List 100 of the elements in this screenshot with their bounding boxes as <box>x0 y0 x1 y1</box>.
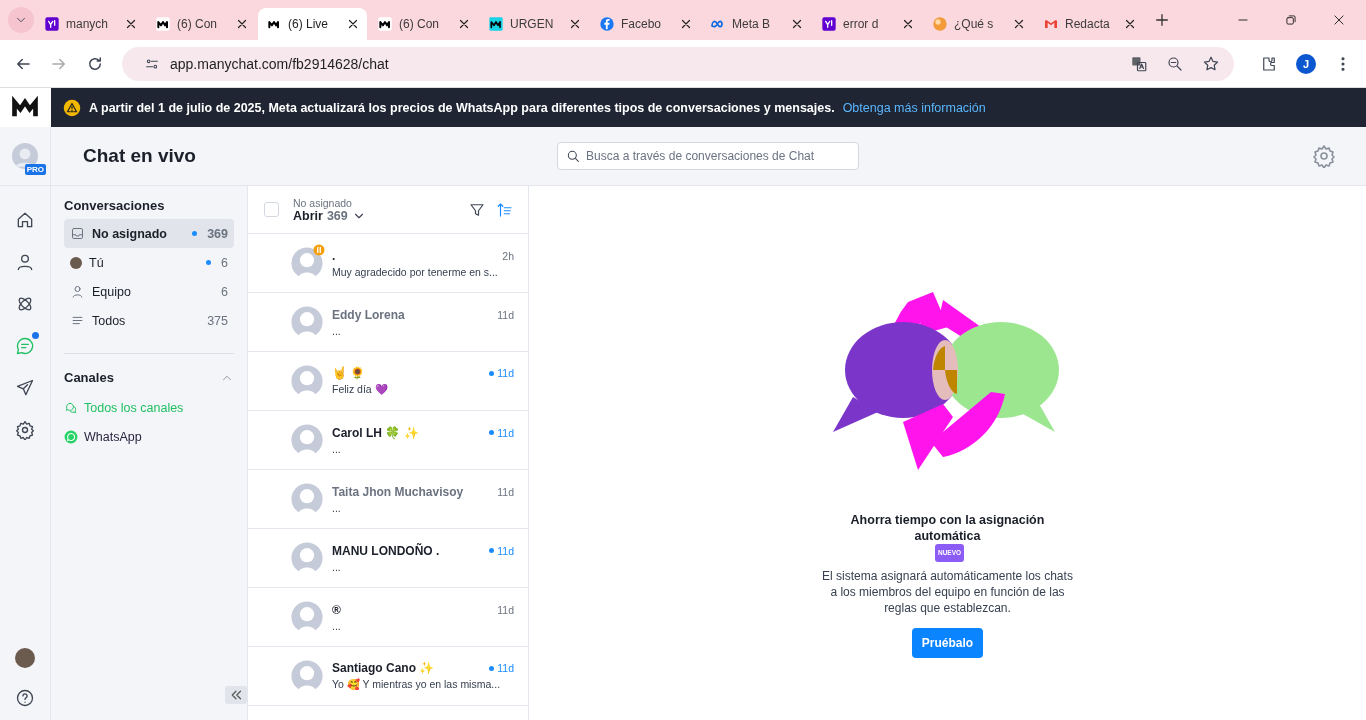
timestamp: 11d <box>497 544 514 557</box>
browser-tab[interactable]: URGEN <box>480 8 589 40</box>
plan-badge: PRO <box>24 164 46 175</box>
favicon-icon <box>377 16 393 32</box>
browser-tab[interactable]: ¿Qué s <box>924 8 1033 40</box>
timestamp: 11d <box>497 603 514 616</box>
more-info-link[interactable]: Obtenga más información <box>842 100 986 115</box>
collapse-icon[interactable] <box>225 686 247 704</box>
bookmark-star-icon[interactable] <box>1202 54 1220 73</box>
warning-icon <box>63 98 81 117</box>
favicon-icon <box>821 16 837 32</box>
search-field[interactable]: Busca a través de conversaciones de Chat <box>557 142 859 170</box>
status-dropdown[interactable]: Abrir 369 <box>293 208 366 223</box>
avatar-silhouette-icon <box>290 423 324 457</box>
chat-bubbles-icon <box>64 400 78 415</box>
folder-item[interactable]: Equipo 6 <box>64 277 234 306</box>
empty-state-title: Ahorra tiempo con la asignación automática <box>849 512 1046 544</box>
message-preview: Feliz día 💜 <box>332 383 389 396</box>
zoom-icon[interactable] <box>1166 54 1184 73</box>
section-heading: Canales <box>64 370 114 385</box>
conversation-item[interactable]: Santiago Cano ✨ 11d Yo 🥰 Y mientras yo en las misma... <box>248 647 528 706</box>
translate-icon[interactable] <box>1130 54 1148 73</box>
whatsapp-icon <box>64 429 78 444</box>
person-icon <box>70 284 85 299</box>
channel-item[interactable]: WhatsApp <box>64 422 234 451</box>
conversation-item[interactable]: Eddy Lorena 11d ... <box>248 293 528 352</box>
message-preview: ... <box>332 501 342 514</box>
user-avatar-icon[interactable] <box>12 143 38 169</box>
restore-icon[interactable] <box>1284 13 1298 27</box>
avatar-silhouette-icon <box>290 600 324 634</box>
conversation-item[interactable]: ® 11d ... <box>248 588 528 647</box>
help-icon[interactable] <box>15 688 35 708</box>
browser-tab[interactable]: (6) Live <box>258 8 367 40</box>
conversation-item[interactable]: Carol LH 🍀 ✨ 11d ... <box>248 411 528 470</box>
message-preview: Yo 🥰 Y mientras yo en las misma... <box>332 678 502 691</box>
avatar-silhouette-icon <box>290 659 324 693</box>
close-icon[interactable] <box>1013 18 1025 30</box>
close-icon[interactable] <box>569 18 581 30</box>
reload-icon[interactable] <box>86 54 104 73</box>
folder-item[interactable]: Todos 375 <box>64 306 234 335</box>
timestamp: 11d <box>497 426 514 439</box>
page-title: Chat en vivo <box>83 145 197 167</box>
section-heading: Conversaciones <box>64 198 166 213</box>
favicon-icon <box>155 16 171 32</box>
contact-name: Santiago Cano ✨ <box>332 661 435 675</box>
close-icon[interactable] <box>347 18 359 30</box>
sort-icon[interactable] <box>496 200 514 219</box>
avatar-silhouette-icon <box>290 246 324 280</box>
message-preview: ... <box>332 560 342 573</box>
close-icon[interactable] <box>791 18 803 30</box>
close-icon[interactable] <box>125 18 137 30</box>
browser-tab[interactable]: (6) Con <box>147 8 256 40</box>
message-preview: ... <box>332 442 342 455</box>
close-icon[interactable] <box>680 18 692 30</box>
close-icon[interactable] <box>1332 13 1346 27</box>
address-field[interactable]: app.manychat.com/fb2914628/chat <box>122 46 1234 81</box>
home-icon[interactable] <box>15 210 35 230</box>
favicon-icon <box>932 16 948 32</box>
close-icon[interactable] <box>1124 18 1136 30</box>
timestamp: 11d <box>497 367 514 379</box>
browser-tab[interactable]: Meta B <box>702 8 811 40</box>
conversation-item[interactable]: MANU LONDOÑO . 11d ... <box>248 529 528 588</box>
conversation-item[interactable]: 🤘 🌻 11d Feliz día 💜 <box>248 352 528 411</box>
extensions-icon[interactable] <box>1260 54 1278 73</box>
avatar-silhouette-icon <box>290 305 324 339</box>
user-icon[interactable] <box>15 252 35 272</box>
close-icon[interactable] <box>458 18 470 30</box>
conversation-item[interactable]: Taita Jhon Muchavisoy 11d ... <box>248 470 528 529</box>
send-icon[interactable] <box>15 378 35 398</box>
folder-item[interactable]: Tú 6 <box>64 248 234 277</box>
close-icon[interactable] <box>902 18 914 30</box>
favicon-icon <box>488 16 504 32</box>
browser-tab[interactable]: Facebo <box>591 8 700 40</box>
avatar-silhouette-icon <box>290 482 324 516</box>
message-preview: ... <box>332 619 342 632</box>
try-button[interactable]: Pruébalo <box>911 628 984 658</box>
message-preview: Muy agradecido por tenerme en s... <box>332 265 499 278</box>
new-tab-icon[interactable] <box>1154 12 1170 28</box>
timestamp: 2h <box>502 249 514 262</box>
folder-item[interactable]: No asignado 369 <box>64 219 234 248</box>
select-all-checkbox[interactable] <box>264 202 279 217</box>
folder-label: No asignado <box>293 196 353 209</box>
empty-state-text: El sistema asignará automáticamente los chats a los miembros del equipo en función de las reglas que establezcan. <box>821 568 1074 616</box>
browser-tab[interactable]: error d <box>813 8 922 40</box>
contact-name: Carol LH 🍀 ✨ <box>332 425 419 440</box>
settings-icon[interactable] <box>15 420 35 440</box>
timestamp: 11d <box>497 485 514 498</box>
favicon-icon <box>44 16 60 32</box>
profile-avatar[interactable]: J <box>1296 53 1316 74</box>
avatar-photo[interactable] <box>15 648 35 668</box>
contact-name: MANU LONDOÑO . <box>332 543 440 558</box>
browser-tab[interactable]: manych <box>36 8 145 40</box>
conversation-item[interactable]: . 2h Muy agradecido por tenerme en s... <box>248 234 528 293</box>
browser-tab[interactable]: (6) Con <box>369 8 478 40</box>
inbox-icon <box>70 226 85 241</box>
browser-tab[interactable]: Redacta <box>1035 8 1144 40</box>
avatar-silhouette-icon <box>290 364 324 398</box>
avatar-photo <box>70 256 82 269</box>
timestamp: 11d <box>497 308 514 321</box>
close-icon[interactable] <box>236 18 248 30</box>
